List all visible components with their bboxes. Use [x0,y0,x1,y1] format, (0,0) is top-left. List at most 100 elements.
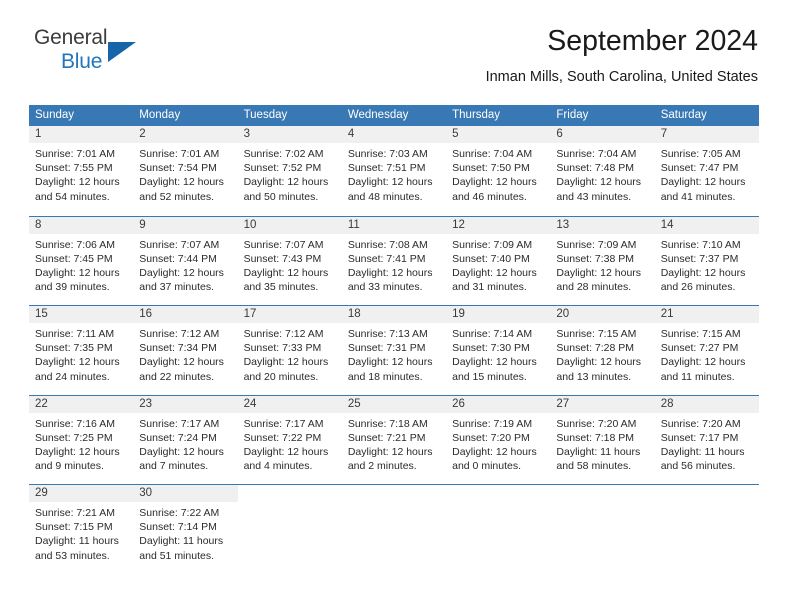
weekday-header-monday: Monday [139,109,181,121]
day-number-band: 23 [133,395,238,413]
daylight-text-line1: Daylight: 12 hours [347,176,433,189]
logo-text-blue: Blue [61,50,103,73]
day-detail: Sunrise: 7:05 AM Sunset: 7:47 PM Dayligh… [655,143,759,204]
sunrise-text: Sunrise: 7:06 AM [35,238,115,251]
day-cell[interactable]: 17 Sunrise: 7:12 AM Sunset: 7:33 PM Dayl… [237,306,342,395]
day-detail: Sunrise: 7:11 AM Sunset: 7:35 PM Dayligh… [29,323,133,384]
daylight-text-line2: and 51 minutes. [139,549,214,562]
day-cell[interactable]: 8 Sunrise: 7:06 AM Sunset: 7:45 PM Dayli… [29,216,134,306]
daylight-text-line1: Daylight: 12 hours [139,356,224,369]
daylight-text-line2: and 53 minutes. [35,549,110,562]
day-cell[interactable]: 5 Sunrise: 7:04 AM Sunset: 7:50 PM Dayli… [446,126,551,216]
daylight-text-line1: Daylight: 12 hours [347,266,433,279]
daylight-text-line2: and 24 minutes. [35,370,110,383]
day-cell[interactable]: 3 Sunrise: 7:02 AM Sunset: 7:52 PM Dayli… [237,126,342,216]
day-cell[interactable]: 21 Sunrise: 7:15 AM Sunset: 7:27 PM Dayl… [654,306,759,395]
day-number: 22 [35,397,48,410]
day-detail: Sunrise: 7:21 AM Sunset: 7:15 PM Dayligh… [29,502,133,563]
day-cell[interactable]: 18 Sunrise: 7:13 AM Sunset: 7:31 PM Dayl… [341,306,447,395]
day-cell[interactable]: 6 Sunrise: 7:04 AM Sunset: 7:48 PM Dayli… [550,126,655,216]
calendar-week-row: 29 Sunrise: 7:21 AM Sunset: 7:15 PM Dayl… [29,484,759,574]
day-detail: Sunrise: 7:04 AM Sunset: 7:50 PM Dayligh… [446,143,550,204]
day-number-band [342,485,446,502]
day-cell[interactable]: 1 Sunrise: 7:01 AM Sunset: 7:55 PM Dayli… [29,126,134,216]
day-detail: Sunrise: 7:06 AM Sunset: 7:45 PM Dayligh… [29,234,133,295]
daylight-text-line1: Daylight: 11 hours [35,535,119,548]
daylight-text-line2: and 4 minutes. [243,460,313,473]
sunrise-text: Sunrise: 7:19 AM [452,417,533,430]
day-number: 21 [660,308,674,320]
day-detail: Sunrise: 7:09 AM Sunset: 7:40 PM Dayligh… [446,234,550,295]
day-cell[interactable]: 22 Sunrise: 7:16 AM Sunset: 7:25 PM Dayl… [29,395,134,485]
day-cell[interactable]: 2 Sunrise: 7:01 AM Sunset: 7:54 PM Dayli… [133,126,238,216]
day-cell[interactable]: 10 Sunrise: 7:07 AM Sunset: 7:43 PM Dayl… [237,216,342,306]
day-cell[interactable]: 30 Sunrise: 7:22 AM Sunset: 7:14 PM Dayl… [133,485,238,574]
sunrise-text: Sunrise: 7:01 AM [35,148,115,160]
day-number: 24 [243,397,257,410]
day-cell[interactable]: 25 Sunrise: 7:18 AM Sunset: 7:21 PM Dayl… [341,395,447,485]
day-number-band: 9 [133,216,238,234]
daylight-text-line1: Daylight: 12 hours [660,356,746,369]
day-number-band: 28 [654,395,759,413]
general-blue-logo[interactable]: General Blue [34,26,214,84]
day-cell[interactable]: 24 Sunrise: 7:17 AM Sunset: 7:22 PM Dayl… [237,395,342,485]
day-cell[interactable]: 4 Sunrise: 7:03 AM Sunset: 7:51 PM Dayli… [341,126,447,216]
day-cell[interactable]: 13 Sunrise: 7:09 AM Sunset: 7:38 PM Dayl… [550,216,655,306]
sunrise-text: Sunrise: 7:13 AM [347,328,428,340]
daylight-text-line2: and 56 minutes. [660,460,736,473]
daylight-text-line1: Daylight: 12 hours [243,356,329,369]
day-cell[interactable]: 23 Sunrise: 7:17 AM Sunset: 7:24 PM Dayl… [133,395,238,485]
day-cell[interactable]: 11 Sunrise: 7:08 AM Sunset: 7:41 PM Dayl… [341,216,447,306]
sunset-text: Sunset: 7:51 PM [347,162,426,175]
sunrise-text: Sunrise: 7:05 AM [660,148,741,160]
day-number-band: 4 [341,126,447,143]
day-number-band: 24 [237,395,342,413]
sunrise-text: Sunrise: 7:15 AM [556,328,637,340]
day-number: 14 [660,218,674,231]
day-cell[interactable]: 15 Sunrise: 7:11 AM Sunset: 7:35 PM Dayl… [29,306,134,395]
day-number: 27 [556,397,570,410]
page-title: September 2024 [547,25,758,57]
day-number-band: 29 [29,485,134,502]
day-cell[interactable]: 29 Sunrise: 7:21 AM Sunset: 7:15 PM Dayl… [29,485,134,574]
day-number-band: 26 [446,395,551,413]
day-cell[interactable]: 7 Sunrise: 7:05 AM Sunset: 7:47 PM Dayli… [654,126,759,216]
day-cell[interactable]: 28 Sunrise: 7:20 AM Sunset: 7:17 PM Dayl… [654,395,759,485]
day-detail: Sunrise: 7:18 AM Sunset: 7:21 PM Dayligh… [342,413,446,474]
daylight-text-line2: and 0 minutes. [452,460,522,473]
day-number-band: 8 [29,216,134,234]
day-detail: Sunrise: 7:07 AM Sunset: 7:44 PM Dayligh… [133,234,237,295]
day-cell[interactable]: 12 Sunrise: 7:09 AM Sunset: 7:40 PM Dayl… [446,216,551,306]
daylight-text-line2: and 20 minutes. [243,370,319,383]
daylight-text-line1: Daylight: 12 hours [660,176,746,189]
day-number-band: 10 [237,216,342,234]
sunrise-text: Sunrise: 7:22 AM [139,507,220,519]
day-number-band: 17 [237,306,342,323]
daylight-text-line1: Daylight: 11 hours [139,535,224,548]
daylight-text-line2: and 46 minutes. [452,190,527,203]
weekday-header-wednesday: Wednesday [347,109,409,121]
sunset-text: Sunset: 7:45 PM [35,252,113,265]
sunset-text: Sunset: 7:18 PM [556,431,635,444]
day-number: 12 [452,218,465,231]
day-cell[interactable]: 9 Sunrise: 7:07 AM Sunset: 7:44 PM Dayli… [133,216,238,306]
sunset-text: Sunset: 7:28 PM [556,342,635,355]
sunset-text: Sunset: 7:14 PM [139,521,217,534]
day-number-band: 20 [550,306,655,323]
day-cell[interactable]: 16 Sunrise: 7:12 AM Sunset: 7:34 PM Dayl… [133,306,238,395]
day-detail: Sunrise: 7:03 AM Sunset: 7:51 PM Dayligh… [342,143,446,204]
day-cell[interactable]: 26 Sunrise: 7:19 AM Sunset: 7:20 PM Dayl… [446,395,551,485]
day-number-band: 3 [237,126,342,143]
daylight-text-line1: Daylight: 12 hours [243,266,329,279]
day-cell[interactable]: 27 Sunrise: 7:20 AM Sunset: 7:18 PM Dayl… [550,395,655,485]
day-cell[interactable]: 20 Sunrise: 7:15 AM Sunset: 7:28 PM Dayl… [550,306,655,395]
sunrise-text: Sunrise: 7:14 AM [452,328,533,340]
day-cell-empty [238,485,342,574]
day-cell[interactable]: 14 Sunrise: 7:10 AM Sunset: 7:37 PM Dayl… [654,216,759,306]
day-cell[interactable]: 19 Sunrise: 7:14 AM Sunset: 7:30 PM Dayl… [446,306,551,395]
calendar-page: General Blue September 2024 Inman Mills,… [0,0,792,612]
sunset-text: Sunset: 7:22 PM [243,431,322,444]
weekday-header-saturday: Saturday [660,109,707,121]
sunrise-text: Sunrise: 7:09 AM [556,238,637,251]
day-detail: Sunrise: 7:19 AM Sunset: 7:20 PM Dayligh… [446,413,550,474]
